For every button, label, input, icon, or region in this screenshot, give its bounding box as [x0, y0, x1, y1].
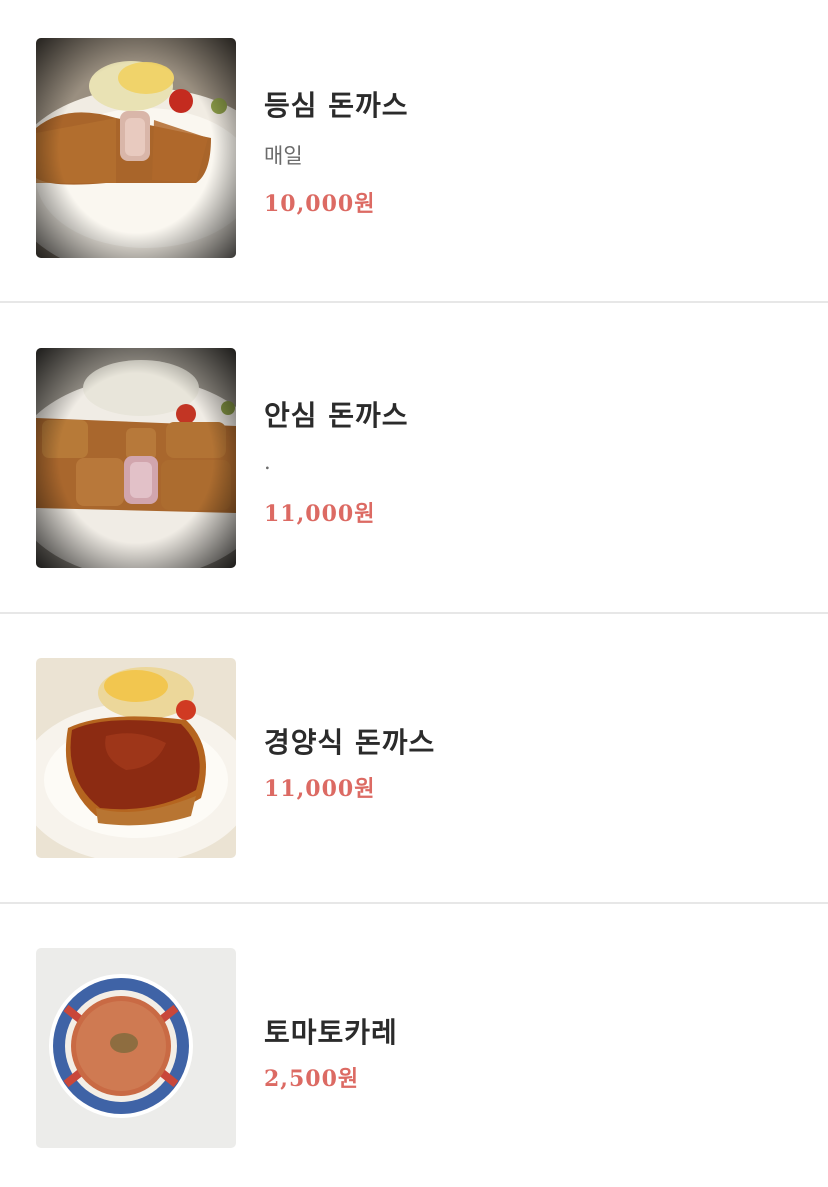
menu-item-price: 2,500원: [264, 1066, 360, 1092]
menu-item-western-style-cutlet[interactable]: 경양식 돈까스 11,000원: [0, 613, 828, 904]
menu-item-description: .: [264, 450, 271, 474]
menu-item-name: 토마토카레: [264, 1016, 398, 1049]
menu-item-name: 안심 돈까스: [264, 399, 409, 432]
menu-item-tomato-curry[interactable]: 토마토카레 2,500원: [0, 903, 828, 1187]
western-style-cutlet-photo: [36, 658, 236, 858]
menu-item-price: 10,000원: [264, 191, 376, 217]
menu-item-description: 매일: [264, 144, 303, 168]
menu-item-name: 등심 돈까스: [264, 89, 409, 122]
menu-item-price: 11,000원: [264, 501, 376, 527]
pork-loin-cutlet-photo: [36, 38, 236, 258]
menu-item-price: 11,000원: [264, 776, 376, 802]
pork-tenderloin-cutlet-photo: [36, 348, 236, 568]
tomato-curry-photo: [36, 948, 236, 1148]
menu-item-pork-loin-cutlet[interactable]: 등심 돈까스 매일 10,000원: [0, 0, 828, 303]
menu-item-name: 경양식 돈까스: [264, 726, 436, 759]
menu-item-pork-tenderloin-cutlet[interactable]: 안심 돈까스 . 11,000원: [0, 303, 828, 614]
